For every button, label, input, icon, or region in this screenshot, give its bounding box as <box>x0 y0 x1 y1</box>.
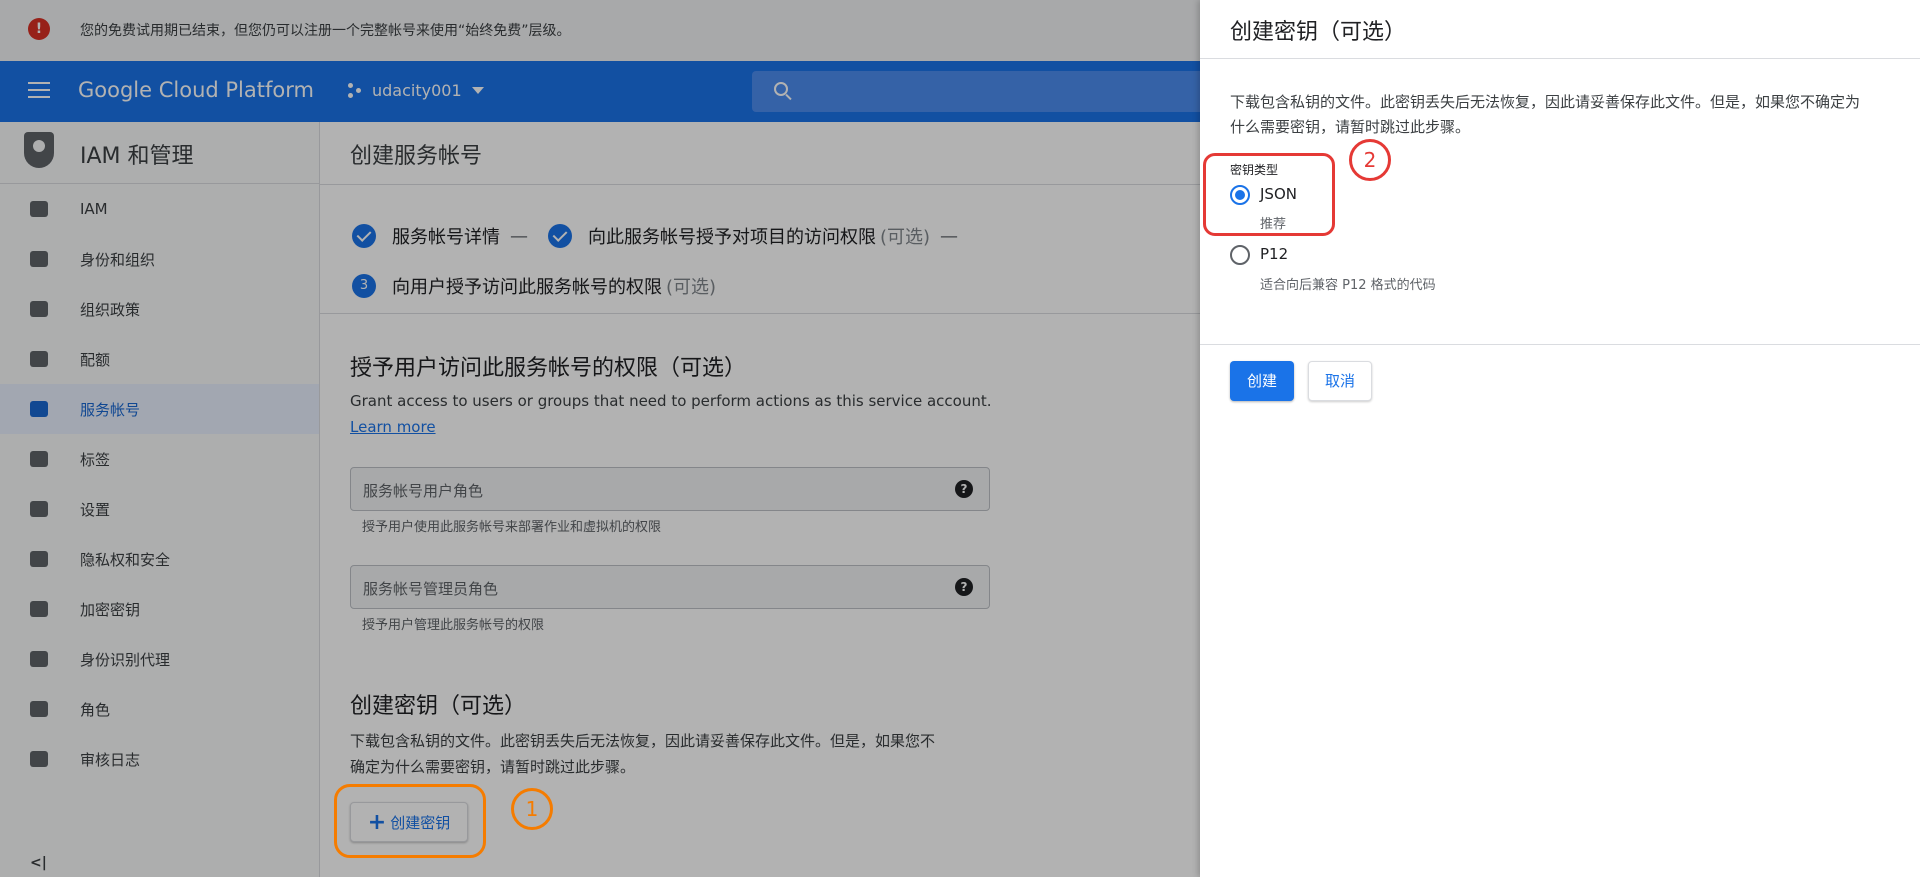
annotation-number-2: 2 <box>1349 139 1391 181</box>
modal-overlay[interactable] <box>0 0 1200 877</box>
create-key-panel: 创建密钥（可选） 下载包含私钥的文件。此密钥丢失后无法恢复，因此请妥善保存此文件… <box>1200 0 1920 877</box>
p12-radio[interactable] <box>1230 245 1250 265</box>
annotation-number-1: 1 <box>511 788 553 830</box>
panel-title: 创建密钥（可选） <box>1230 20 1407 45</box>
annotation-highlight-1 <box>334 784 486 858</box>
annotation-highlight-2 <box>1203 153 1335 236</box>
panel-desc: 下载包含私钥的文件。此密钥丢失后无法恢复，因此请妥善保存此文件。但是，如果您不确… <box>1230 93 1861 136</box>
p12-radio-sub: 适合向后兼容 P12 格式的代码 <box>1260 278 1436 293</box>
divider <box>1200 344 1920 345</box>
cancel-button[interactable]: 取消 <box>1308 361 1372 401</box>
p12-radio-label[interactable]: P12 <box>1260 245 1288 263</box>
divider <box>1200 58 1920 59</box>
create-button[interactable]: 创建 <box>1230 361 1294 401</box>
